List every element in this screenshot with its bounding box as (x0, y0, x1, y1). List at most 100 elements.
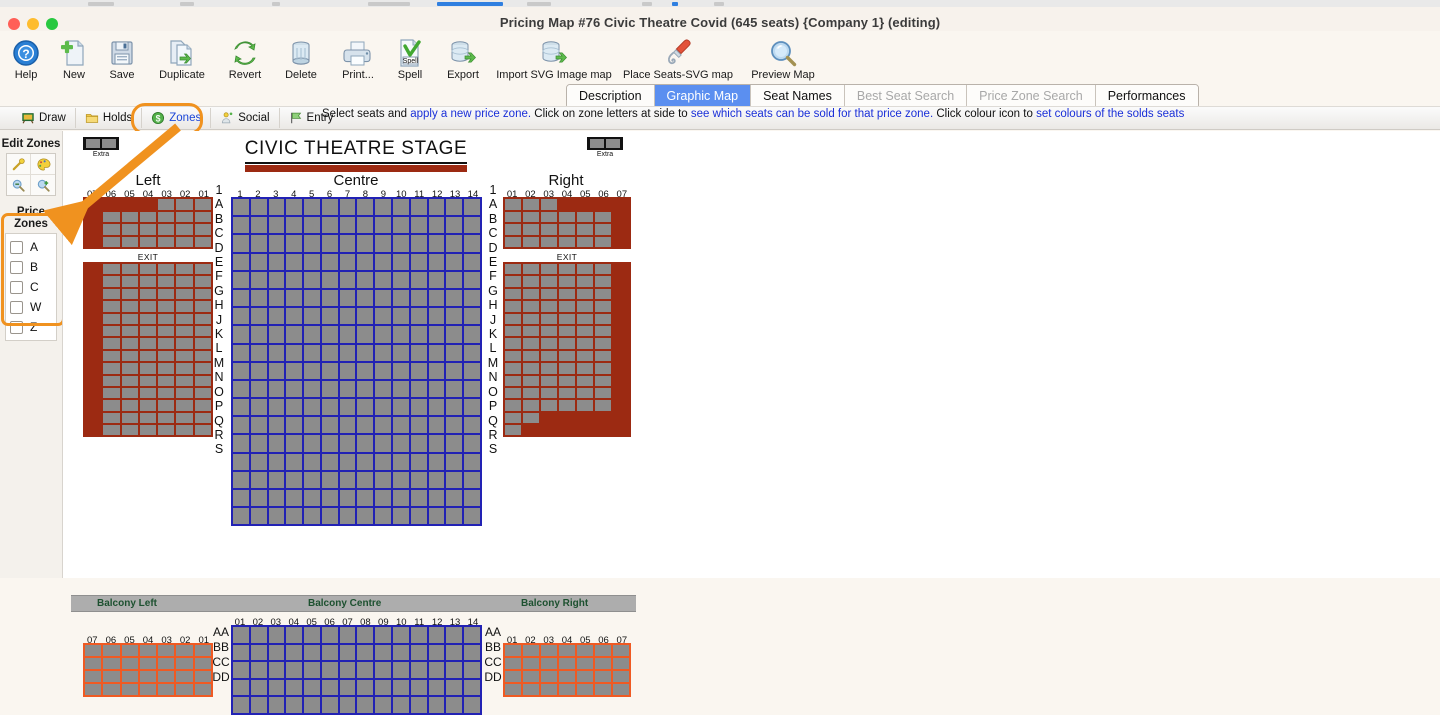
seat[interactable] (286, 399, 303, 416)
price-zone-checkbox[interactable] (10, 280, 23, 294)
seat[interactable] (428, 697, 445, 713)
seat[interactable] (233, 453, 249, 470)
seat[interactable] (304, 380, 320, 398)
seat[interactable] (233, 308, 249, 325)
seat[interactable] (595, 645, 611, 656)
seat[interactable] (595, 400, 611, 411)
seat[interactable] (194, 658, 211, 669)
seat[interactable] (158, 288, 175, 300)
seat[interactable] (321, 697, 338, 713)
price-zone-checkbox[interactable] (10, 300, 23, 314)
seat[interactable] (339, 308, 356, 325)
seat[interactable] (304, 627, 320, 643)
seat[interactable] (428, 271, 445, 288)
seat[interactable] (286, 380, 303, 398)
seat[interactable] (233, 679, 249, 695)
seat[interactable] (268, 662, 285, 678)
seat[interactable] (577, 400, 593, 411)
seat[interactable] (428, 508, 445, 525)
seat[interactable] (176, 264, 193, 275)
seat[interactable] (523, 363, 539, 374)
seat[interactable] (250, 217, 267, 234)
seat[interactable] (339, 644, 356, 660)
seat[interactable] (410, 490, 427, 507)
seat[interactable] (357, 471, 374, 488)
seat[interactable] (541, 199, 557, 210)
seat[interactable] (286, 344, 303, 361)
seat[interactable] (523, 400, 539, 411)
seat[interactable] (321, 435, 338, 452)
seat[interactable] (158, 363, 175, 374)
seat[interactable] (85, 658, 102, 669)
seat[interactable] (428, 399, 445, 416)
seat[interactable] (523, 658, 539, 669)
zoom-in-icon[interactable] (31, 175, 55, 195)
seat[interactable] (428, 644, 445, 660)
seat[interactable] (121, 387, 138, 399)
seat[interactable] (595, 350, 611, 362)
seat[interactable] (446, 399, 463, 416)
seat[interactable] (428, 453, 445, 470)
seat[interactable] (176, 671, 193, 682)
seat[interactable] (233, 417, 249, 434)
seat[interactable] (321, 344, 338, 361)
toolbar-button-export[interactable]: Export (434, 31, 492, 83)
seat[interactable] (304, 471, 320, 488)
seat[interactable] (541, 658, 557, 669)
seat[interactable] (446, 308, 463, 325)
seat[interactable] (595, 684, 611, 695)
seat[interactable] (339, 490, 356, 507)
seat[interactable] (321, 271, 338, 288)
seat[interactable] (393, 679, 409, 695)
seat[interactable] (393, 308, 409, 325)
seat[interactable] (321, 308, 338, 325)
seat[interactable] (339, 289, 356, 307)
seat[interactable] (505, 375, 521, 386)
seat[interactable] (304, 399, 320, 416)
seat[interactable] (339, 399, 356, 416)
seat[interactable] (559, 301, 575, 312)
seat[interactable] (250, 199, 267, 216)
seat[interactable] (410, 271, 427, 288)
seat[interactable] (194, 313, 211, 324)
tab-description[interactable]: Description (567, 85, 655, 108)
seat[interactable] (357, 380, 374, 398)
seat[interactable] (286, 253, 303, 270)
seat[interactable] (357, 362, 374, 379)
seat[interactable] (194, 671, 211, 682)
seat[interactable] (121, 645, 138, 656)
seat[interactable] (393, 271, 409, 288)
seat[interactable] (250, 271, 267, 288)
seat[interactable] (410, 435, 427, 452)
seat[interactable] (304, 308, 320, 325)
seat[interactable] (139, 350, 157, 362)
seat[interactable] (250, 435, 267, 452)
seat[interactable] (158, 400, 175, 411)
seat[interactable] (464, 697, 480, 713)
price-zone-row-Z[interactable]: Z (6, 317, 56, 337)
seat[interactable] (357, 662, 374, 678)
seat[interactable] (121, 350, 138, 362)
seat[interactable] (505, 211, 521, 222)
seat[interactable] (194, 211, 211, 222)
seat[interactable] (446, 471, 463, 488)
seat[interactable] (233, 627, 249, 643)
seat[interactable] (121, 236, 138, 247)
tab-performances[interactable]: Performances (1095, 85, 1198, 108)
seat[interactable] (268, 235, 285, 252)
seat[interactable] (286, 199, 303, 216)
seat[interactable] (464, 453, 480, 470)
seat[interactable] (304, 362, 320, 379)
seat[interactable] (613, 645, 629, 656)
seat[interactable] (375, 253, 392, 270)
seat[interactable] (523, 313, 539, 324)
seat[interactable] (321, 644, 338, 660)
seat[interactable] (577, 211, 593, 222)
seat[interactable] (541, 338, 557, 349)
seat[interactable] (428, 435, 445, 452)
seat[interactable] (410, 217, 427, 234)
seat[interactable] (286, 662, 303, 678)
extra-block-left[interactable]: Extra (83, 137, 119, 159)
seat[interactable] (523, 276, 539, 287)
seat[interactable] (446, 217, 463, 234)
